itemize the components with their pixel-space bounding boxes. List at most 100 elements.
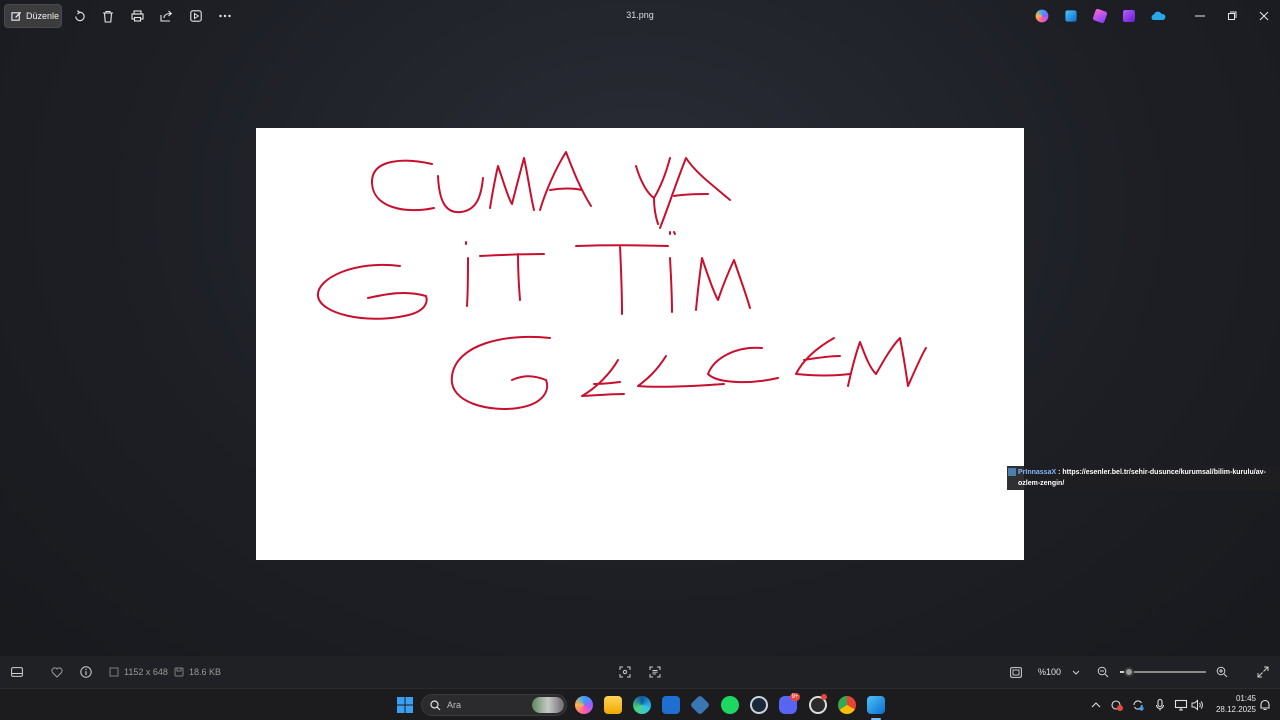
scan-icon [619, 666, 631, 678]
more-icon [219, 14, 231, 18]
letter-i2 [669, 257, 673, 313]
filmstrip-button[interactable] [9, 664, 25, 680]
store-icon[interactable] [662, 696, 680, 714]
heart-icon [51, 666, 63, 678]
slideshow-icon [190, 10, 202, 22]
bell-icon [1260, 699, 1270, 711]
delete-icon [103, 10, 113, 23]
close-icon [1259, 11, 1269, 21]
copilot-taskbar-icon[interactable] [575, 696, 593, 714]
file-title: 31.png [626, 10, 654, 20]
tray-app-icon[interactable] [1110, 698, 1124, 712]
volume-icon[interactable] [1190, 698, 1204, 712]
share-button[interactable] [156, 6, 176, 26]
photos-app-window: Düzenle 31.png PrInnassaX: https://esen… [0, 0, 1280, 688]
crop-button[interactable] [617, 664, 633, 680]
letter-a2 [659, 157, 731, 229]
letter-g2 [450, 335, 551, 410]
zoom-dropdown[interactable]: %100 [1032, 662, 1086, 682]
start-button[interactable] [396, 696, 414, 714]
favorite-button[interactable] [49, 664, 65, 680]
edit-icon [11, 11, 22, 22]
copilot-icon[interactable] [1035, 9, 1049, 23]
avatar [1008, 468, 1016, 476]
chat-username: PrInnassaX [1018, 469, 1057, 476]
fit-window-icon [1010, 666, 1022, 678]
search-highlight-icon [532, 697, 564, 713]
edit-button-label: Düzenle [26, 11, 60, 21]
taskbar: Ara 9+ 01:45 28.12.2025 [0, 688, 1280, 720]
zoom-in-button[interactable] [1214, 664, 1230, 680]
letter-l [637, 355, 725, 388]
zoom-slider[interactable] [1120, 667, 1206, 677]
restore-icon [1228, 11, 1237, 20]
obs-recording-dot [821, 694, 827, 700]
rotate-button[interactable] [69, 6, 89, 26]
file-size-icon [171, 664, 187, 680]
notifications-button[interactable] [1258, 698, 1272, 712]
slideshow-button[interactable] [186, 6, 206, 26]
taskbar-clock[interactable]: 01:45 28.12.2025 [1206, 693, 1256, 715]
app-shortcuts [1034, 8, 1166, 24]
letter-g [316, 263, 428, 320]
onedrive-icon[interactable] [1150, 8, 1166, 24]
letter-e2 [795, 337, 851, 377]
text-recognition-button[interactable] [647, 664, 663, 680]
letter-t [479, 253, 545, 301]
discord-notification-badge: 9+ [790, 693, 800, 701]
steam-icon[interactable] [750, 696, 768, 714]
designer-icon[interactable] [1092, 8, 1108, 24]
image-dimensions: 1152 x 648 [124, 667, 168, 677]
letter-e [581, 359, 625, 397]
edit-button[interactable]: Düzenle [4, 4, 62, 28]
more-button[interactable] [215, 6, 235, 26]
show-hidden-icons-button[interactable] [1089, 698, 1103, 712]
print-icon [130, 10, 144, 22]
minimize-icon [1195, 15, 1205, 17]
print-button[interactable] [127, 6, 147, 26]
edge-icon[interactable] [633, 696, 651, 714]
chevron-up-icon [1091, 702, 1101, 708]
zoom-out-button[interactable] [1095, 664, 1111, 680]
delete-button[interactable] [98, 6, 118, 26]
taskbar-search[interactable]: Ara [421, 694, 567, 716]
fit-to-window-button[interactable] [1008, 664, 1024, 680]
windows-start-icon [397, 697, 413, 713]
letter-t2 [575, 244, 669, 315]
maximize-button[interactable] [1220, 6, 1244, 26]
letter-m2 [695, 257, 751, 311]
letter-c [370, 159, 435, 212]
handwritten-drawing [316, 151, 927, 410]
photos-app-icon[interactable] [1065, 10, 1077, 22]
letter-m [489, 157, 535, 211]
filmstrip-icon [11, 667, 23, 677]
close-button[interactable] [1252, 6, 1276, 26]
letter-i [466, 257, 469, 307]
chat-overlay: PrInnassaX : https://esenler.bel.tr/sehi… [1007, 466, 1280, 490]
clock-time: 01:45 [1235, 694, 1256, 703]
search-placeholder: Ara [447, 700, 462, 710]
zoom-value: %100 [1038, 667, 1062, 677]
vpn-icon[interactable] [689, 694, 711, 716]
chevron-down-icon [1072, 670, 1080, 675]
zoom-out-icon [1097, 666, 1109, 678]
spotify-icon[interactable] [721, 696, 739, 714]
file-explorer-icon[interactable] [604, 696, 622, 714]
zoom-in-icon [1216, 666, 1228, 678]
zoom-slider-thumb[interactable] [1123, 667, 1134, 677]
share-icon [159, 10, 172, 22]
fullscreen-button[interactable] [1255, 664, 1271, 680]
microphone-icon[interactable] [1153, 698, 1167, 712]
expand-icon [1257, 666, 1269, 678]
letter-u [437, 175, 484, 214]
chrome-icon[interactable] [838, 696, 856, 714]
clipchamp-icon[interactable] [1123, 10, 1135, 22]
photos-icon[interactable] [867, 696, 885, 714]
sync-icon[interactable] [1131, 698, 1145, 712]
top-toolbar: Düzenle 31.png [0, 0, 1280, 32]
minimize-button[interactable] [1188, 6, 1212, 26]
cloud-alert-icon [1111, 700, 1123, 711]
network-icon[interactable] [1174, 698, 1188, 712]
info-button[interactable] [78, 664, 94, 680]
bottom-toolbar: 1152 x 648 18.6 KB %100 [0, 656, 1280, 688]
